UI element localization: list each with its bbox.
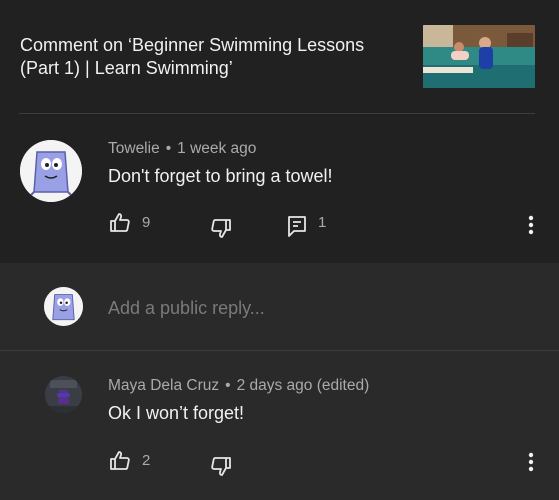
- reply-button[interactable]: [285, 214, 309, 238]
- reply-text: Ok I won’t forget!: [108, 403, 245, 423]
- reply-meta: Maya Dela Cruz • 2 days ago (edited): [108, 377, 369, 395]
- more-vertical-icon: [528, 215, 534, 235]
- meta-separator: •: [165, 140, 172, 157]
- comment-author[interactable]: Towelie: [108, 140, 160, 157]
- current-user-avatar: [44, 287, 83, 326]
- thumbs-down-icon: [211, 219, 231, 238]
- thumbs-up-icon: [110, 451, 130, 470]
- like-count: 9: [142, 214, 151, 231]
- comment-time: 1 week ago: [177, 140, 257, 157]
- more-vertical-icon: [528, 452, 534, 472]
- reply-more-button[interactable]: [522, 450, 540, 474]
- reply-dislike-button[interactable]: [209, 454, 233, 478]
- reply-count: 1: [318, 214, 327, 231]
- towelie-avatar-icon: [44, 287, 83, 326]
- reply-like-button[interactable]: [108, 449, 132, 473]
- meta-separator: •: [225, 377, 231, 394]
- like-button[interactable]: [108, 211, 132, 235]
- reply-divider: [0, 350, 559, 351]
- reply-time: 2 days ago (edited): [236, 377, 370, 394]
- reply-input[interactable]: [108, 295, 508, 321]
- header-divider: [19, 113, 535, 114]
- comment-more-button[interactable]: [522, 213, 540, 237]
- comment-text: Don't forget to bring a towel!: [108, 166, 333, 186]
- user-avatar-icon: [45, 376, 82, 413]
- page-title: Comment on ‘Beginner Swimming Lessons (P…: [20, 35, 365, 78]
- video-thumbnail[interactable]: [423, 25, 535, 88]
- reply-like-count: 2: [142, 452, 151, 469]
- reply-thread: [0, 350, 559, 500]
- thumbs-up-icon: [110, 213, 130, 232]
- swimming-pool-image: [423, 25, 535, 88]
- dislike-button[interactable]: [209, 216, 233, 240]
- reply-author[interactable]: Maya Dela Cruz: [108, 377, 219, 394]
- comment-icon: [288, 216, 306, 237]
- avatar[interactable]: [20, 140, 82, 202]
- thumbs-down-icon: [211, 457, 231, 476]
- towelie-avatar-icon: [20, 140, 82, 202]
- comment-meta: Towelie • 1 week ago: [108, 140, 256, 158]
- reply-avatar[interactable]: [45, 376, 82, 413]
